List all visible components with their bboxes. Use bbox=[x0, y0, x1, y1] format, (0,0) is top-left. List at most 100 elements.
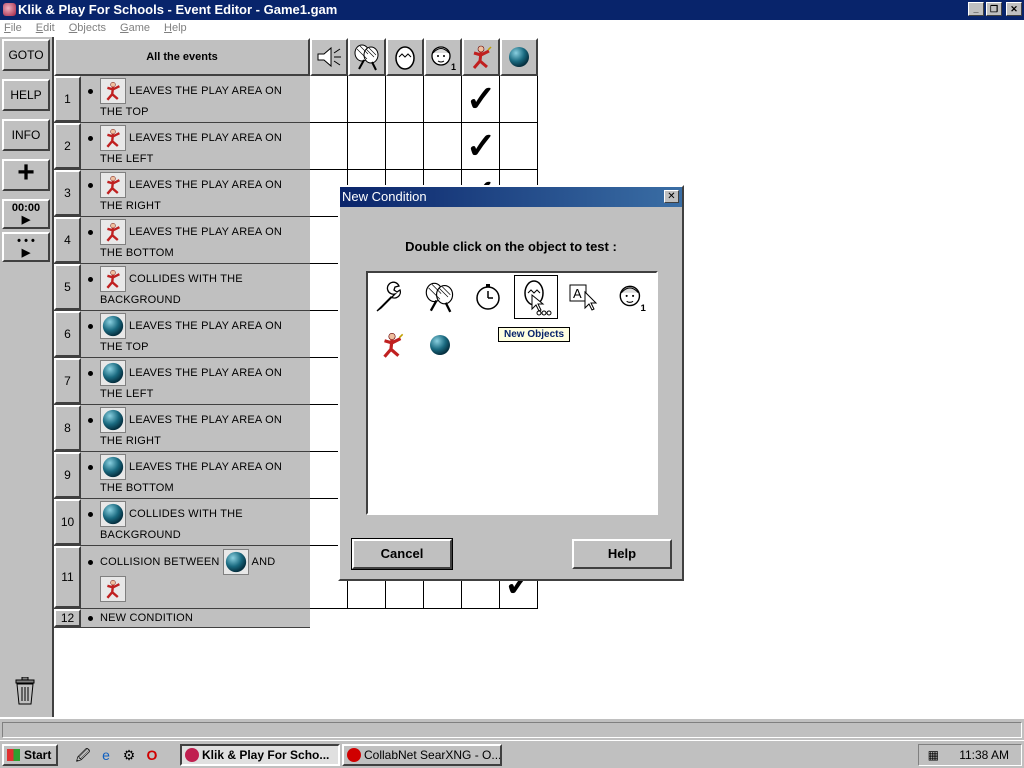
restore-button[interactable]: ❐ bbox=[986, 2, 1002, 16]
window-controls: _ ❐ ✕ bbox=[968, 2, 1022, 16]
event-number[interactable]: 12 bbox=[54, 609, 81, 627]
col-player-sprite-icon[interactable] bbox=[462, 38, 500, 76]
step-play-button[interactable]: • • • ▶ bbox=[2, 232, 50, 262]
condition-text: COLLISION BETWEEN bbox=[100, 556, 220, 568]
event-row[interactable]: 2 LEAVES THE PLAY AREA ON THE LEFT bbox=[54, 123, 310, 170]
ball-icon[interactable] bbox=[100, 407, 126, 433]
menu-objects[interactable]: Objects bbox=[69, 20, 106, 37]
task-klik-play[interactable]: Klik & Play For Scho... bbox=[180, 744, 340, 766]
event-cell[interactable] bbox=[310, 123, 348, 170]
dialog-close-button[interactable]: ✕ bbox=[664, 190, 679, 203]
menu-game[interactable]: Game bbox=[120, 20, 150, 37]
help-button[interactable]: HELP bbox=[2, 79, 50, 111]
checkmark-icon: ✓ bbox=[466, 125, 497, 166]
trash-icon[interactable] bbox=[14, 677, 36, 705]
event-row[interactable]: 10 COLLIDES WITH THE BACKGROUND bbox=[54, 499, 310, 546]
ball-icon[interactable] bbox=[100, 454, 126, 480]
menu-edit[interactable]: Edit bbox=[36, 20, 55, 37]
player-face-icon[interactable]: 1 bbox=[610, 275, 654, 319]
event-cell[interactable] bbox=[310, 76, 348, 123]
event-row[interactable]: 12 NEW CONDITION bbox=[54, 609, 310, 628]
bullet bbox=[88, 370, 93, 376]
event-number[interactable]: 9 bbox=[54, 452, 81, 498]
event-row[interactable]: 5 COLLIDES WITH THE BACKGROUND bbox=[54, 264, 310, 311]
show-desktop-icon[interactable]: 🖉 bbox=[74, 746, 92, 764]
minimize-button[interactable]: _ bbox=[968, 2, 984, 16]
event-cell[interactable] bbox=[500, 76, 538, 123]
col-ball-icon[interactable] bbox=[500, 38, 538, 76]
start-button[interactable]: Start bbox=[2, 744, 58, 766]
condition-text: THE BOTTOM bbox=[100, 247, 174, 259]
event-cell[interactable] bbox=[500, 123, 538, 170]
event-row[interactable]: 9 LEAVES THE PLAY AREA ON THE BOTTOM bbox=[54, 452, 310, 499]
time-play-button[interactable]: 00:00 ▶ bbox=[2, 199, 50, 229]
add-event-button[interactable]: + bbox=[2, 158, 50, 191]
player-sprite-icon[interactable] bbox=[100, 219, 126, 245]
condition-text: THE RIGHT bbox=[100, 435, 162, 447]
menu-help[interactable]: Help bbox=[164, 20, 187, 37]
menu-file[interactable]: File bbox=[4, 20, 22, 37]
event-number[interactable]: 11 bbox=[54, 546, 81, 608]
wrench-icon[interactable] bbox=[370, 275, 414, 319]
event-cell[interactable] bbox=[348, 123, 386, 170]
event-number[interactable]: 6 bbox=[54, 311, 81, 357]
event-number[interactable]: 2 bbox=[54, 123, 81, 169]
event-cell[interactable] bbox=[386, 123, 424, 170]
event-number[interactable]: 3 bbox=[54, 170, 81, 216]
event-row[interactable]: 4 LEAVES THE PLAY AREA ON THE BOTTOM bbox=[54, 217, 310, 264]
text-cursor-icon[interactable]: A bbox=[562, 275, 606, 319]
col-player-face-icon[interactable]: 1 bbox=[424, 38, 462, 76]
event-number[interactable]: 8 bbox=[54, 405, 81, 451]
scheduler-icon[interactable]: ▦ bbox=[925, 748, 939, 762]
event-cell[interactable] bbox=[424, 123, 462, 170]
player-sprite-icon[interactable] bbox=[370, 323, 414, 367]
player-sprite-icon[interactable] bbox=[100, 78, 126, 104]
help-button[interactable]: Help bbox=[572, 539, 672, 569]
event-row[interactable]: 6 LEAVES THE PLAY AREA ON THE TOP bbox=[54, 311, 310, 358]
internet-explorer-icon[interactable]: e bbox=[97, 746, 115, 764]
condition-text: LEAVES THE PLAY AREA ON bbox=[129, 178, 282, 191]
new-condition-text[interactable]: NEW CONDITION bbox=[100, 612, 193, 624]
goto-button[interactable]: GOTO bbox=[2, 39, 50, 71]
ball-icon[interactable] bbox=[100, 501, 126, 527]
player-sprite-icon[interactable] bbox=[100, 172, 126, 198]
event-cell[interactable] bbox=[348, 76, 386, 123]
svg-text:1: 1 bbox=[451, 62, 456, 72]
event-cell[interactable]: ✓ bbox=[462, 123, 500, 170]
task-collabnet[interactable]: CollabNet SearXNG - O... bbox=[342, 744, 502, 766]
opera-icon[interactable]: O bbox=[143, 746, 161, 764]
event-number[interactable]: 5 bbox=[54, 264, 81, 310]
event-cell[interactable] bbox=[424, 76, 462, 123]
col-racket-icon[interactable] bbox=[348, 38, 386, 76]
cancel-button[interactable]: Cancel bbox=[351, 538, 453, 570]
channels-icon[interactable]: ⚙ bbox=[120, 746, 138, 764]
ball-icon[interactable] bbox=[222, 549, 249, 576]
event-row[interactable]: 11 COLLISION BETWEEN AND bbox=[54, 546, 310, 609]
event-number[interactable]: 4 bbox=[54, 217, 81, 263]
ball-icon[interactable] bbox=[100, 313, 126, 339]
event-number[interactable]: 1 bbox=[54, 76, 81, 122]
event-row[interactable]: 7 LEAVES THE PLAY AREA ON THE LEFT bbox=[54, 358, 310, 405]
event-number[interactable]: 10 bbox=[54, 499, 81, 545]
timer-icon[interactable] bbox=[466, 275, 510, 319]
new-objects-icon[interactable] bbox=[514, 275, 558, 319]
event-cell[interactable] bbox=[386, 76, 424, 123]
racket-icon[interactable] bbox=[418, 275, 462, 319]
event-number[interactable]: 7 bbox=[54, 358, 81, 404]
clock: 11:38 AM bbox=[959, 748, 1009, 762]
event-row[interactable]: 1 LEAVES THE PLAY AREA ON THE TOP bbox=[54, 76, 310, 123]
col-egg-icon[interactable] bbox=[386, 38, 424, 76]
event-condition: LEAVES THE PLAY AREA ON THE TOP bbox=[88, 311, 304, 357]
event-cell[interactable]: ✓ bbox=[462, 76, 500, 123]
close-button[interactable]: ✕ bbox=[1006, 2, 1022, 16]
col-speaker-icon[interactable] bbox=[310, 38, 348, 76]
player-sprite-icon[interactable] bbox=[100, 576, 126, 602]
event-row[interactable]: 3 LEAVES THE PLAY AREA ON THE RIGHT bbox=[54, 170, 310, 217]
event-row[interactable]: 8 LEAVES THE PLAY AREA ON THE RIGHT bbox=[54, 405, 310, 452]
ball-icon[interactable] bbox=[418, 323, 462, 367]
player-sprite-icon[interactable] bbox=[100, 266, 126, 292]
condition-text: AND bbox=[251, 556, 276, 568]
player-sprite-icon[interactable] bbox=[100, 125, 126, 151]
info-button[interactable]: INFO bbox=[2, 119, 50, 151]
ball-icon[interactable] bbox=[100, 360, 126, 386]
